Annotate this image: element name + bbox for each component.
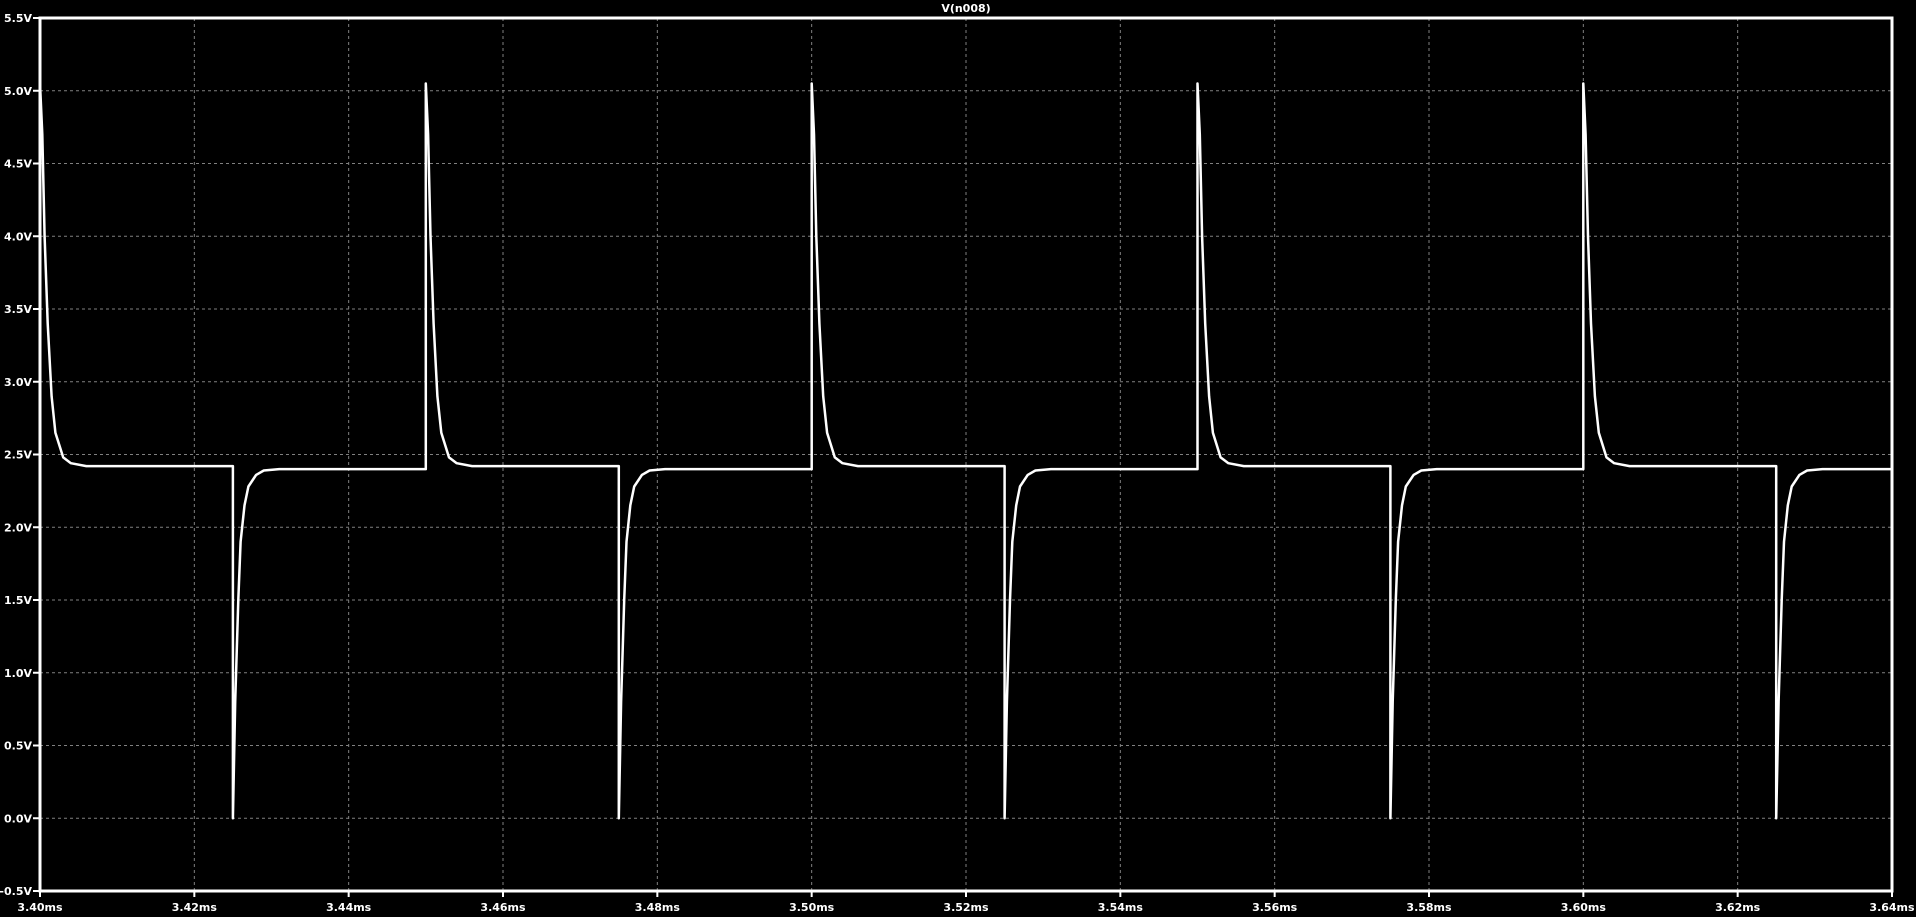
y-tick-label: 4.5V bbox=[4, 158, 32, 171]
x-tick-label: 3.56ms bbox=[1252, 901, 1298, 914]
y-tick-label: 0.5V bbox=[4, 740, 32, 753]
y-tick-label: -0.5V bbox=[0, 885, 32, 898]
y-tick-label: 5.5V bbox=[4, 12, 32, 25]
y-tick-label: 4.0V bbox=[4, 230, 32, 243]
y-tick-label: 3.0V bbox=[4, 376, 32, 389]
x-tick-label: 3.40ms bbox=[17, 901, 63, 914]
x-tick-label: 3.48ms bbox=[635, 901, 681, 914]
y-tick-label: 3.5V bbox=[4, 303, 32, 316]
y-tick-label: 1.5V bbox=[4, 594, 32, 607]
y-tick-label: 2.0V bbox=[4, 521, 32, 534]
x-tick-label: 3.42ms bbox=[172, 901, 218, 914]
x-tick-label: 3.54ms bbox=[1098, 901, 1144, 914]
x-tick-label: 3.64ms bbox=[1869, 901, 1915, 914]
waveform-chart[interactable]: 3.40ms 3.42ms 3.44ms 3.46ms 3.48ms 3.50ms 3.52… bbox=[0, 0, 1916, 917]
x-tick-label: 3.52ms bbox=[943, 901, 989, 914]
x-tick-label: 3.60ms bbox=[1561, 901, 1607, 914]
x-tick-label: 3.58ms bbox=[1406, 901, 1452, 914]
ticks: 3.40ms 3.42ms 3.44ms 3.46ms 3.48ms 3.50ms 3.52… bbox=[0, 12, 1915, 914]
x-tick-label: 3.50ms bbox=[789, 901, 835, 914]
y-tick-label: 1.0V bbox=[4, 667, 32, 680]
grid bbox=[40, 18, 1892, 891]
x-tick-label: 3.46ms bbox=[480, 901, 526, 914]
y-tick-label: 0.0V bbox=[4, 812, 32, 825]
x-tick-label: 3.44ms bbox=[326, 901, 372, 914]
y-tick-label: 5.0V bbox=[4, 85, 32, 98]
y-tick-label: 2.5V bbox=[4, 449, 32, 462]
x-tick-label: 3.62ms bbox=[1715, 901, 1761, 914]
chart-title[interactable]: V(n008) bbox=[941, 2, 990, 15]
